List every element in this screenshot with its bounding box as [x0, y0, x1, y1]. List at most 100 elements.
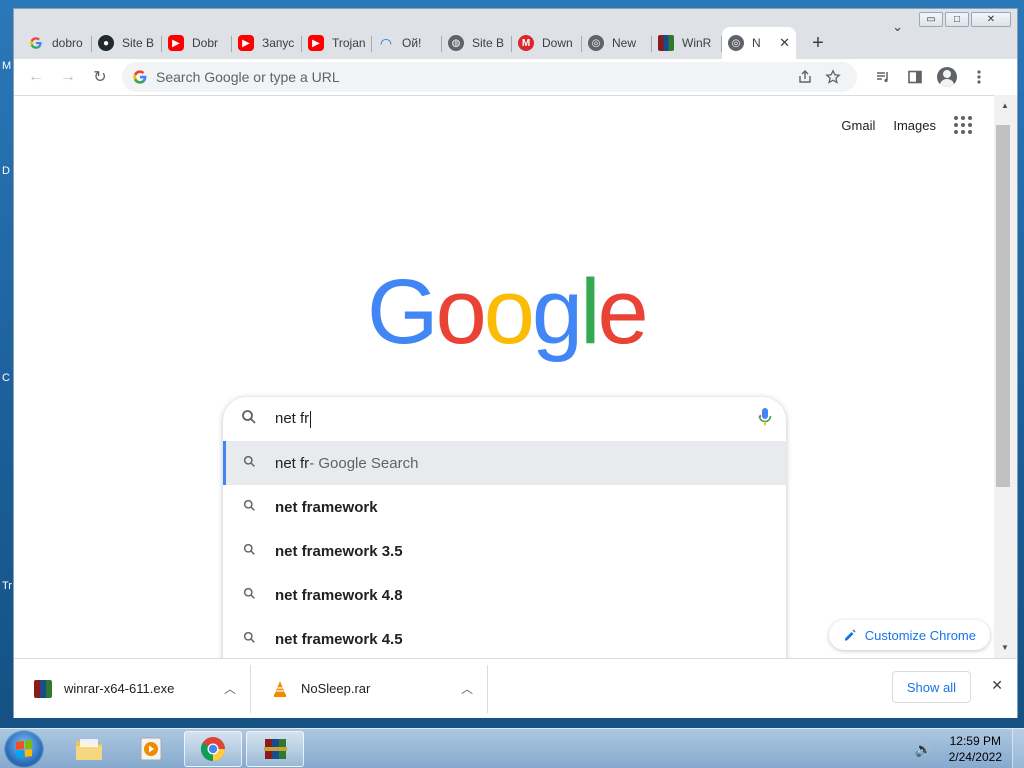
reload-button[interactable]: ↻ [86, 63, 114, 91]
tab-label: Ой! [402, 36, 422, 50]
download-item[interactable]: winrar-x64-611.exe ︿ [14, 664, 251, 713]
suggestion-text: net framework 4.5 [275, 630, 403, 648]
menu-kebab-icon[interactable] [965, 63, 993, 91]
tab[interactable]: WinR [652, 27, 722, 59]
winrar-icon [658, 35, 674, 51]
suggestion-text: net framework 4.8 [275, 586, 403, 604]
images-link[interactable]: Images [893, 118, 936, 133]
desktop-icon-label: M [2, 60, 12, 72]
search-icon [241, 409, 261, 429]
new-tab-button[interactable]: + [802, 27, 834, 59]
tab-label: Запус [262, 36, 295, 50]
scrollbar-thumb[interactable] [996, 125, 1010, 487]
search-icon [243, 499, 259, 515]
tab[interactable]: ◍ Site B [442, 27, 512, 59]
google-apps-grid-icon[interactable] [954, 116, 972, 134]
tab[interactable]: dobro [22, 27, 92, 59]
omnibox[interactable] [122, 62, 857, 92]
microphone-icon[interactable] [758, 407, 772, 432]
tab-label: Down [542, 36, 573, 50]
forward-button[interactable]: → [54, 63, 82, 91]
scroll-down-icon[interactable]: ▼ [1001, 643, 1009, 652]
show-all-downloads-button[interactable]: Show all [891, 671, 971, 703]
logo-letter: o [483, 261, 535, 363]
youtube-icon: ▶ [168, 35, 184, 51]
youtube-icon: ▶ [238, 35, 254, 51]
search-box[interactable]: net fr [223, 397, 786, 441]
tab-label: New [612, 36, 637, 50]
vlc-icon [271, 680, 289, 698]
gmail-link[interactable]: Gmail [841, 118, 875, 133]
customize-chrome-label: Customize Chrome [864, 627, 976, 643]
google-top-links: Gmail Images [841, 116, 972, 134]
volume-icon[interactable]: 🔊 [915, 741, 932, 758]
tab-close-icon[interactable]: ✕ [779, 35, 790, 51]
clock-time: 12:59 PM [949, 734, 1001, 748]
search-icon [243, 631, 259, 647]
tab-label: Site B [122, 36, 155, 50]
desktop-icon-label: C [2, 372, 10, 384]
tab[interactable]: ▶ Запус [232, 27, 302, 59]
github-icon: ● [98, 35, 114, 51]
tab-label: N [752, 36, 761, 50]
tab[interactable]: M Down [512, 27, 582, 59]
winrar-icon [34, 679, 52, 698]
windows-logo-icon [16, 740, 32, 758]
suggestion-suffix: - Google Search [309, 454, 419, 472]
show-desktop-button[interactable] [1012, 729, 1024, 768]
suggestion-item[interactable]: net framework 4.8 [223, 573, 786, 617]
tab-label: Dobr [192, 36, 219, 50]
suggestion-item[interactable]: net framework [223, 485, 786, 529]
scroll-up-icon[interactable]: ▲ [1001, 101, 1009, 110]
customize-chrome-button[interactable]: Customize Chrome [828, 620, 990, 650]
suggestion-item[interactable]: net fr - Google Search [223, 441, 786, 485]
tab-active[interactable]: ◎ N ✕ [722, 27, 796, 59]
side-panel-icon[interactable] [901, 63, 929, 91]
close-downloads-icon[interactable]: ✕ [991, 677, 1003, 694]
start-button[interactable] [4, 730, 44, 768]
winrar-taskbar-icon[interactable] [246, 731, 304, 767]
logo-letter: l [580, 261, 601, 363]
google-logo: Google [367, 260, 649, 365]
file-explorer-taskbar-icon[interactable] [60, 731, 118, 767]
pencil-icon [844, 629, 856, 641]
tab-strip: dobro ● Site B ▶ Dobr ▶ Запус ▶ Trojan ◠… [14, 23, 1017, 59]
omnibox-input[interactable] [156, 69, 791, 85]
globe-icon: ◍ [448, 35, 464, 51]
tab[interactable]: ◠ Ой! [372, 27, 442, 59]
tab-label: Trojan [332, 36, 366, 50]
tab[interactable]: ▶ Dobr [162, 27, 232, 59]
tab-search-chevron-icon[interactable]: ⌄ [892, 19, 903, 35]
google-g-icon [28, 35, 44, 51]
bookmark-star-icon[interactable] [819, 65, 847, 89]
desktop-icon-label: D [2, 165, 10, 177]
download-filename: winrar-x64-611.exe [64, 681, 175, 696]
media-queue-icon[interactable] [869, 63, 897, 91]
search-icon [243, 587, 259, 603]
logo-letter: G [367, 261, 439, 363]
youtube-icon: ▶ [308, 35, 324, 51]
profile-avatar-icon[interactable] [933, 63, 961, 91]
browser-toolbar: ← → ↻ [14, 59, 1017, 95]
download-item[interactable]: NoSleep.rar ︿ [251, 664, 488, 713]
chevron-up-icon[interactable]: ︿ [224, 680, 236, 697]
chrome-taskbar-icon[interactable] [184, 731, 242, 767]
chrome-icon: ◎ [588, 35, 604, 51]
suggestion-text: net fr [275, 454, 310, 472]
edge-icon: ◠ [380, 34, 392, 51]
search-icon [243, 455, 259, 471]
share-icon[interactable] [791, 65, 819, 89]
suggestion-item[interactable]: net framework 3.5 [223, 529, 786, 573]
back-button[interactable]: ← [22, 63, 50, 91]
chevron-up-icon[interactable]: ︿ [461, 680, 473, 697]
google-g-icon [133, 70, 147, 84]
clock-date: 2/24/2022 [948, 750, 1002, 764]
tab[interactable]: ▶ Trojan [302, 27, 372, 59]
system-clock[interactable]: 12:59 PM 2/24/2022 [949, 733, 1002, 765]
tab[interactable]: ◎ New [582, 27, 652, 59]
tab[interactable]: ● Site B [92, 27, 162, 59]
suggestion-item[interactable]: net framework 4.5 [223, 617, 786, 658]
page-scrollbar[interactable]: ▲ ▼ [994, 95, 1017, 658]
media-player-taskbar-icon[interactable] [122, 731, 180, 767]
search-input[interactable]: net fr [275, 410, 312, 428]
